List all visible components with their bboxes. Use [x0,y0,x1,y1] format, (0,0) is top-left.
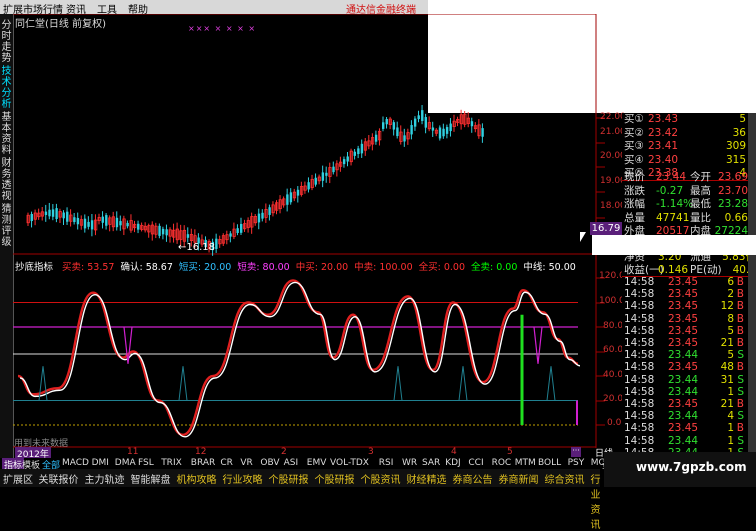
tab-finance[interactable]: 财务透视 [1,158,12,202]
indicator-tab[interactable]: DMI [92,458,109,468]
time-label: 11 [127,447,139,457]
current-price-tag: 16.79 [590,222,622,235]
indicator-tab[interactable]: BRAR [191,458,215,468]
indicator-value: 短买: 20.00 [178,262,232,273]
indicator-header: 抄底指标 买卖: 53.57 确认: 58.67 短买: 20.00 短卖: 80.0… [15,259,576,273]
candlestick-series [26,105,484,256]
chart-title: 同仁堂(日线 前复权) [15,19,106,30]
indicator-tab[interactable]: RSI [379,458,394,468]
side-tab-bar: 分时走势 技术分析 基本资料 财务透视 猜测评级 [0,14,14,460]
time-label: 5 [507,447,513,457]
indicator-value: 买卖: 53.57 [62,262,115,273]
bottom-tab[interactable]: 扩展区 [3,471,33,486]
quote-panel: 买① 23.43 5 买② 23.42 36 买③ 23.41 309 买④ 23.40 315 买⑤ 2… [622,113,756,459]
indicator-tab[interactable]: MACD [62,458,89,468]
indicator-tab[interactable]: VR [240,458,252,468]
indicator-tab[interactable]: SAR [422,458,440,468]
indicator-value: 中线: 50.00 [523,262,576,273]
bottom-tab[interactable]: 个股资讯 [361,471,401,486]
watermark-text: www.7gpzb.com [636,460,747,474]
indicator-tab[interactable]: VOL-TDX [330,458,369,468]
indicator-tab[interactable]: FSL [138,458,154,468]
tab-intraday[interactable]: 分时走势 [1,20,12,64]
chart-grid [13,14,622,448]
indicator-tab[interactable]: WR [402,458,417,468]
indicator-tab[interactable]: EMV [307,458,327,468]
watermark: www.7gpzb.com [604,452,756,487]
indicator-tab-bar: 指标 模板 全部 MACD DMI DMA FSL TRIX BRAR CR VR OBV ASI EMV… [0,458,616,471]
indicator-tab[interactable]: TRIX [161,458,182,468]
indicator-tab[interactable]: DMA [115,458,136,468]
bottom-tab[interactable]: 个股研报 [269,471,309,486]
indicator-value: 中买: 20.00 [295,262,349,273]
bottom-tab[interactable]: 机构攻略 [177,471,217,486]
indicator-name[interactable]: 抄底指标 [15,262,53,273]
low-price-label: ←16.18 [178,242,216,253]
indicator-tab[interactable]: ASI [284,458,299,468]
bottom-tab[interactable]: 智能解盘 [131,471,171,486]
bottom-tab[interactable]: 综合资讯 [545,471,585,486]
time-label: 12 [195,447,207,457]
tab-rating[interactable]: 猜测评级 [1,204,12,248]
tab-profile[interactable]: 基本资料 [1,112,12,156]
indicator-tab[interactable]: OBV [260,458,279,468]
indicator-tab[interactable]: BOLL [538,458,561,468]
kline-chart[interactable] [13,14,622,458]
low-price-value: 16.18 [186,242,216,253]
bottom-tab[interactable]: 行业攻略 [223,471,263,486]
menu-bar: 扩展市场行情 资讯 工具 帮助 通达信金融终端 [0,0,428,16]
bottom-tab[interactable]: 券商公告 [453,471,493,486]
bottom-tab[interactable]: 个股研报 [315,471,355,486]
indicator-tab[interactable]: KDJ [445,458,461,468]
indicator-value: 全卖: 0.00 [471,262,518,273]
indicator-value: 中卖: 100.00 [354,262,413,273]
bottom-tab[interactable]: 行业资讯 [591,471,601,531]
indicator-tab[interactable]: CCI [468,458,483,468]
time-label: 2 [281,447,287,457]
indicator-tab[interactable]: CR [220,458,233,468]
bottom-tab[interactable]: 财经精选 [407,471,447,486]
signal-marks: ××× × × × × [188,24,257,33]
bottom-tab[interactable]: 关联报价 [39,471,79,486]
scroll-end-button[interactable]: ··· [571,447,581,457]
indicator-series [13,279,581,438]
time-label: 4 [451,447,457,457]
bottom-tab-bar: 扩展区 关联报价 主力轨迹 智能解盘 机构攻略 行业攻略 个股研报 个股研报 个股资讯 财经精选券… [0,469,601,531]
indicator-tab[interactable]: MTM [515,458,536,468]
bottom-tab[interactable]: 主力轨迹 [85,471,125,486]
quote-scrollbar[interactable] [748,113,756,458]
indicator-tab[interactable]: PSY [568,458,585,468]
mouse-cursor-icon [580,232,586,242]
indicator-value: 全买: 0.00 [418,262,465,273]
bottom-tab[interactable]: 券商新闻 [499,471,539,486]
indicator-tab[interactable]: ROC [492,458,512,468]
time-label: 3 [368,447,374,457]
tab-technical[interactable]: 技术分析 [1,66,12,110]
blank-region-2 [592,235,756,255]
time-axis: 2012年 11 12 2 3 4 5 ··· [13,447,593,460]
indicator-value: 确认: 58.67 [120,262,173,273]
indicator-value: 短卖: 80.00 [237,262,290,273]
